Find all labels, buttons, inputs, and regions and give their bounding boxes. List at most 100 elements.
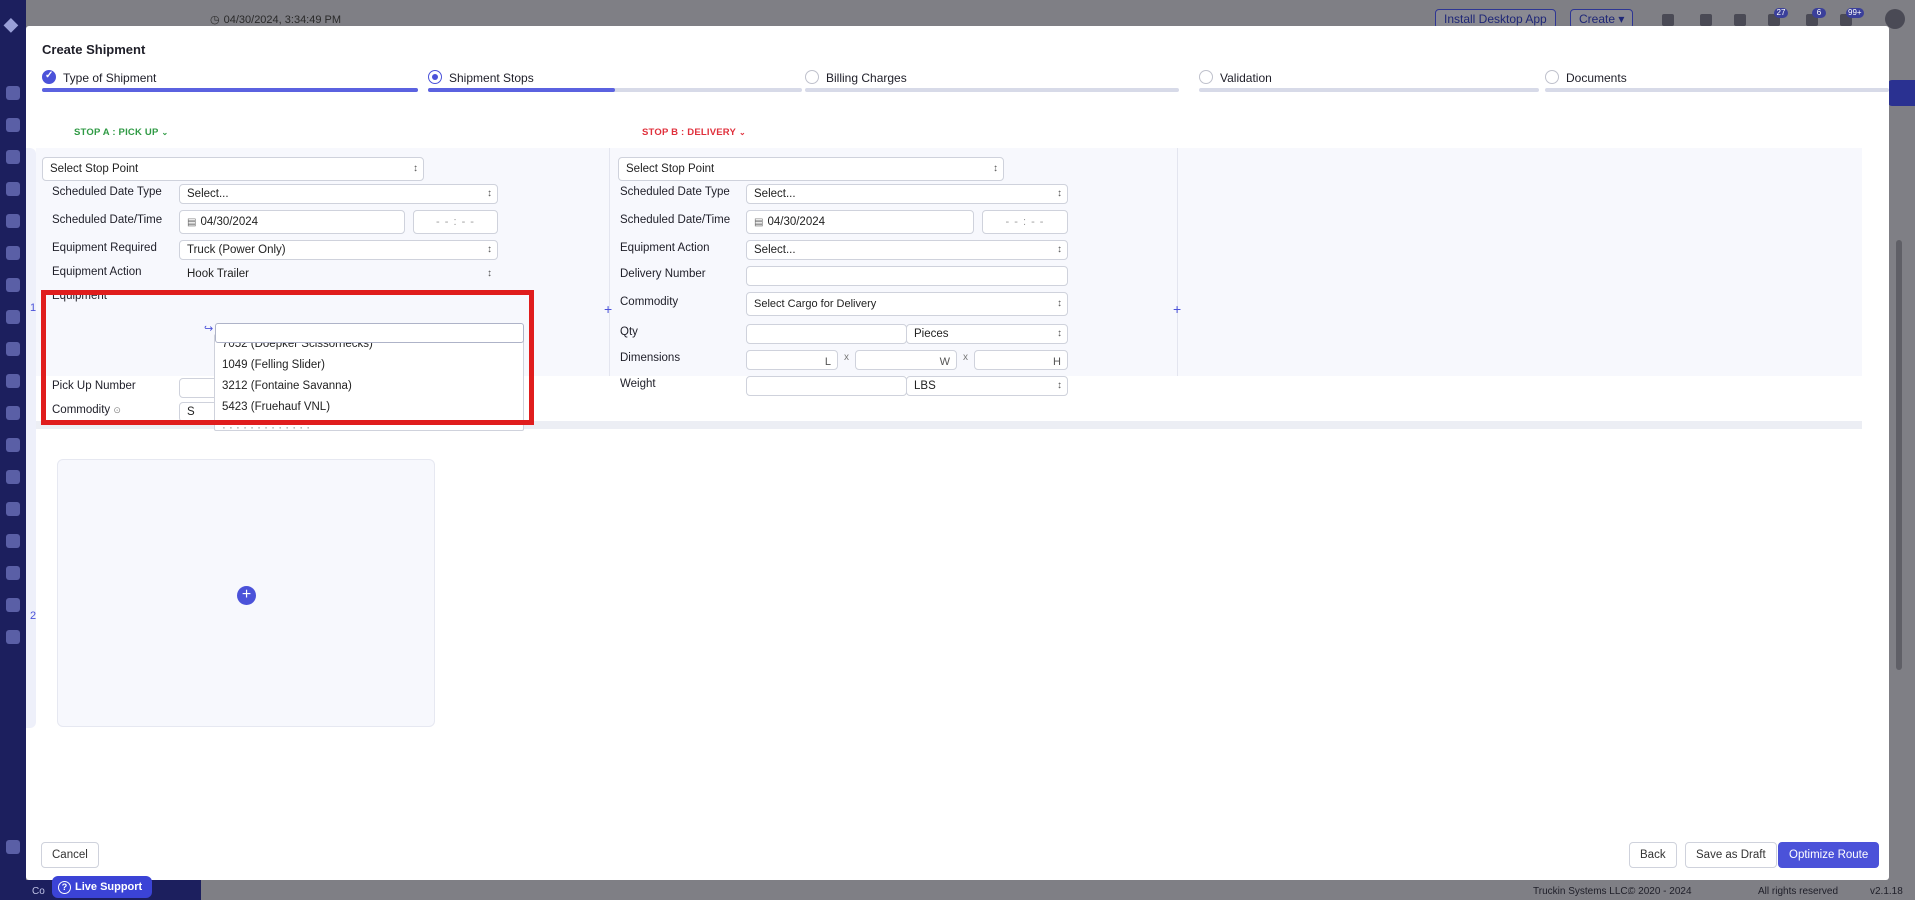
stop-a-equipment-action-select[interactable]: Hook Trailer bbox=[179, 264, 498, 284]
current-datetime: 04/30/2024, 3:34:49 PM bbox=[210, 13, 341, 26]
step-validation[interactable]: Validation bbox=[1199, 68, 1539, 92]
dimension-separator: x bbox=[844, 352, 849, 363]
document-icon[interactable] bbox=[6, 502, 20, 516]
location-icon[interactable] bbox=[6, 342, 20, 356]
stop-b-time-input[interactable]: - - : - - bbox=[982, 210, 1068, 234]
back-button[interactable]: Back bbox=[1629, 842, 1677, 868]
trailer-icon[interactable] bbox=[6, 278, 20, 292]
step-progress-bar bbox=[428, 88, 802, 92]
chevron-down-icon: ⌄ bbox=[739, 128, 746, 137]
step-progress-bar bbox=[1199, 88, 1539, 92]
stop-b-delivery-number-input[interactable] bbox=[746, 266, 1068, 286]
stop-a-scheduled-date-type-label: Scheduled Date Type bbox=[52, 186, 162, 198]
stop-b-date-input[interactable]: 04/30/2024 bbox=[746, 210, 974, 234]
stop-b-width-input[interactable]: W bbox=[855, 350, 957, 370]
stop-b-commodity-label: Commodity bbox=[620, 296, 679, 308]
help-icon: ? bbox=[58, 881, 71, 894]
user-icon[interactable] bbox=[6, 374, 20, 388]
notification-count-badge: 99+ bbox=[1846, 8, 1864, 18]
stop-b-qty-input[interactable] bbox=[746, 324, 907, 344]
stop-b-scheduled-date-type-label: Scheduled Date Type bbox=[620, 186, 730, 198]
modal-title: Create Shipment bbox=[42, 42, 146, 57]
length-unit: L bbox=[824, 356, 831, 368]
step-radio-icon bbox=[428, 70, 442, 84]
chart-icon[interactable] bbox=[6, 598, 20, 612]
step-label: Validation bbox=[1220, 71, 1272, 85]
row-rail: 1 2 bbox=[26, 148, 36, 728]
dollar-nav-icon[interactable] bbox=[1734, 14, 1746, 26]
stop-b-weight-unit-select[interactable]: LBS bbox=[906, 376, 1068, 396]
chevron-down-icon: ⌄ bbox=[161, 128, 169, 137]
height-unit: H bbox=[1053, 356, 1061, 368]
box-icon[interactable] bbox=[1662, 14, 1674, 26]
stop-a-scheduled-date-type-select[interactable]: Select... bbox=[179, 184, 498, 204]
stop-b-weight-input[interactable] bbox=[746, 376, 907, 396]
step-progress-bar bbox=[805, 88, 1179, 92]
stop-b-length-input[interactable]: L bbox=[746, 350, 838, 370]
step-billing-charges[interactable]: Billing Charges bbox=[805, 68, 1179, 92]
step-label: Shipment Stops bbox=[449, 71, 534, 85]
money-icon[interactable] bbox=[6, 630, 20, 644]
chat-count-badge: 6 bbox=[1812, 8, 1826, 18]
step-documents[interactable]: Documents bbox=[1545, 68, 1889, 92]
stop-a-equipment-required-select[interactable]: Truck (Power Only) bbox=[179, 240, 498, 260]
stop-b-equipment-action-select[interactable]: Select... bbox=[746, 240, 1068, 260]
add-stop-button[interactable]: + bbox=[237, 586, 256, 605]
dashboard-icon[interactable] bbox=[6, 118, 20, 132]
gear-icon[interactable] bbox=[6, 840, 20, 854]
add-stop-card: + bbox=[57, 459, 435, 727]
footer-copyright: © 2020 - 2024 bbox=[1628, 886, 1692, 897]
wrench-icon[interactable] bbox=[6, 534, 20, 548]
list-view-icon[interactable] bbox=[1700, 14, 1712, 26]
stop-b-delivery-number-label: Delivery Number bbox=[620, 268, 706, 280]
width-unit: W bbox=[939, 356, 950, 368]
fuel-icon[interactable] bbox=[6, 566, 20, 580]
stop-b-weight-label: Weight bbox=[620, 378, 656, 390]
truck-icon[interactable] bbox=[6, 246, 20, 260]
stop-a-stop-point-select[interactable]: Select Stop Point bbox=[42, 157, 424, 181]
footer-rights: All rights reserved bbox=[1758, 886, 1839, 897]
cancel-button[interactable]: Cancel bbox=[41, 842, 99, 868]
step-shipment-stops[interactable]: Shipment Stops bbox=[428, 68, 802, 92]
sidebar-co-text: Co bbox=[32, 886, 45, 897]
people-icon[interactable] bbox=[6, 150, 20, 164]
route-icon[interactable] bbox=[6, 214, 20, 228]
stop-b-qty-unit-select[interactable]: Pieces bbox=[906, 324, 1068, 344]
stop-b-height-input[interactable]: H bbox=[974, 350, 1068, 370]
add-stop-plus-icon[interactable]: + bbox=[1173, 302, 1181, 316]
live-support-button[interactable]: ? Live Support bbox=[52, 876, 153, 898]
stop-a-header[interactable]: STOP A : PICK UP ⌄ bbox=[74, 127, 168, 138]
dimension-separator: x bbox=[963, 352, 968, 363]
step-type-of-shipment[interactable]: Type of Shipment bbox=[42, 68, 418, 92]
dollar-icon[interactable] bbox=[6, 406, 20, 420]
save-as-draft-button[interactable]: Save as Draft bbox=[1685, 842, 1777, 868]
stop-b-commodity-select[interactable]: Select Cargo for Delivery bbox=[746, 292, 1068, 316]
card-icon[interactable] bbox=[6, 438, 20, 452]
app-logo: ◆ bbox=[4, 14, 18, 34]
step-radio-icon bbox=[1545, 70, 1559, 84]
stop-b-dimensions-label: Dimensions bbox=[620, 352, 681, 364]
row-number-2: 2 bbox=[30, 610, 37, 622]
stop-a-time-input[interactable]: - - : - - bbox=[413, 210, 498, 234]
map-icon[interactable] bbox=[6, 470, 20, 484]
optimize-route-button[interactable]: Optimize Route bbox=[1778, 842, 1880, 868]
list-icon[interactable] bbox=[6, 182, 20, 196]
stop-b-scheduled-date-type-select[interactable]: Select... bbox=[746, 184, 1068, 204]
task-count-badge: 27 bbox=[1774, 8, 1788, 18]
page-scrollbar[interactable] bbox=[1896, 240, 1902, 670]
highlight-box bbox=[41, 290, 534, 425]
stop-b-stop-point-select[interactable]: Select Stop Point bbox=[618, 157, 1004, 181]
star-icon[interactable] bbox=[6, 86, 20, 100]
create-shipment-modal: Create Shipment Type of Shipment Shipmen… bbox=[26, 26, 1889, 880]
step-check-icon bbox=[42, 70, 56, 84]
step-label: Billing Charges bbox=[826, 71, 907, 85]
step-label: Type of Shipment bbox=[63, 71, 157, 85]
stop-b-header[interactable]: STOP B : DELIVERY ⌄ bbox=[642, 127, 746, 138]
stop-b-qty-label: Qty bbox=[620, 326, 638, 338]
background-action-button[interactable] bbox=[1888, 80, 1915, 106]
step-progress-bar bbox=[42, 88, 418, 92]
stop-a-equipment-required-label: Equipment Required bbox=[52, 242, 157, 254]
step-radio-icon bbox=[805, 70, 819, 84]
stop-a-date-input[interactable]: 04/30/2024 bbox=[179, 210, 405, 234]
shield-icon[interactable] bbox=[6, 310, 20, 324]
